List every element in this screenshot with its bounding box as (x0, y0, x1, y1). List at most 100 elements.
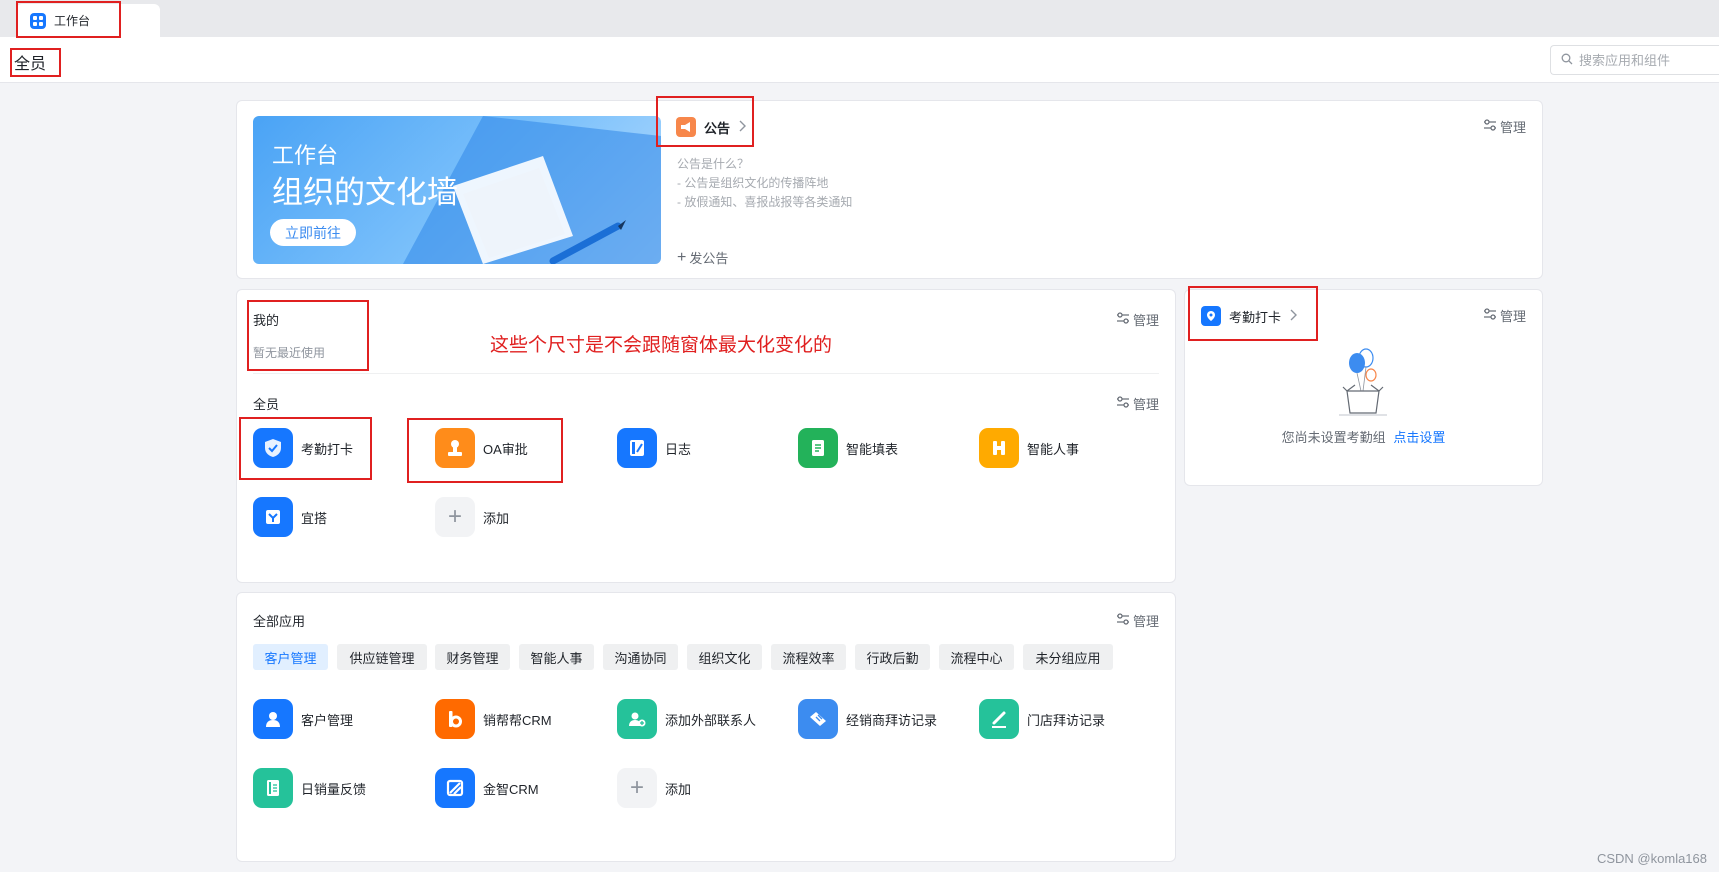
settings-sliders-icon (1116, 396, 1130, 411)
app-label: 添加外部联系人 (665, 712, 757, 728)
app-add[interactable]: + 添加 (617, 768, 691, 808)
category-chip[interactable]: 智能人事 (519, 644, 594, 670)
app-yida[interactable]: 宜搭 (253, 497, 327, 537)
app-attendance[interactable]: 考勤打卡 (253, 428, 353, 468)
app-label: 门店拜访记录 (1027, 712, 1106, 728)
jinzhi-icon (435, 768, 475, 808)
app-smart-form[interactable]: 智能填表 (798, 428, 898, 468)
customer-icon (253, 699, 293, 739)
announcement-manage-button[interactable]: 管理 (1483, 117, 1526, 136)
attendance-manage-button[interactable]: 管理 (1483, 306, 1526, 325)
app-label: 考勤打卡 (301, 441, 354, 457)
settings-sliders-icon (1483, 119, 1497, 134)
app-smart-hr[interactable]: 智能人事 (979, 428, 1079, 468)
manage-label: 管理 (1132, 397, 1159, 412)
app-label: 经销商拜访记录 (846, 712, 938, 728)
megaphone-icon (676, 117, 696, 137)
location-pin-icon (1201, 306, 1221, 326)
shield-check-icon (253, 428, 293, 468)
category-chip[interactable]: 财务管理 (435, 644, 510, 670)
yida-icon (253, 497, 293, 537)
announcement-desc-line: - 放假通知、喜报战报等各类通知 (677, 195, 853, 209)
app-label: 添加 (665, 781, 692, 797)
app-daily-sales-feedback[interactable]: 日销量反馈 (253, 768, 366, 808)
category-chip[interactable]: 行政后勤 (855, 644, 930, 670)
app-label: 销帮帮CRM (483, 712, 552, 728)
app-label: 日销量反馈 (301, 781, 367, 797)
category-chip[interactable]: 沟通协同 (603, 644, 678, 670)
all-members-manage-button[interactable]: 管理 (1116, 394, 1159, 413)
top-bar: 全员 (0, 37, 1719, 83)
app-label: OA审批 (483, 441, 528, 457)
category-chip[interactable]: 未分组应用 (1023, 644, 1113, 670)
announcement-title: 公告 (704, 120, 731, 136)
announcement-card: 工作台 组织的文化墙 立即前往 公告 公告是什么？ - 公告是组织文化的传播阵地… (236, 100, 1543, 279)
all-members-title: 全员 (253, 397, 280, 412)
plus-icon: + (617, 768, 657, 808)
attendance-header[interactable]: 考勤打卡 (1201, 306, 1298, 326)
empty-box-illustration (1339, 348, 1387, 416)
attendance-empty-text: 您尚未设置考勤组 (1281, 430, 1386, 445)
category-chip[interactable]: 流程效率 (771, 644, 846, 670)
tab-bar: 工作台 (0, 0, 1719, 37)
manage-label: 管理 (1132, 313, 1159, 328)
my-section-title: 我的 (253, 313, 280, 328)
app-label: 客户管理 (301, 712, 354, 728)
culture-banner[interactable]: 工作台 组织的文化墙 立即前往 (253, 116, 661, 264)
pen-icon (979, 699, 1019, 739)
my-empty-text: 暂无最近使用 (253, 346, 326, 360)
app-xiaobangbang-crm[interactable]: 销帮帮CRM (435, 699, 552, 739)
app-store-visit-record[interactable]: 门店拜访记录 (979, 699, 1105, 739)
app-label: 添加 (483, 510, 510, 526)
app-log[interactable]: 日志 (617, 428, 691, 468)
announcement-desc-line: - 公告是组织文化的传播阵地 (677, 176, 829, 190)
app-dealer-visit-record[interactable]: 经销商拜访记录 (798, 699, 937, 739)
watermark: CSDN @komla168 (1596, 851, 1707, 866)
form-icon (798, 428, 838, 468)
h-letter-icon (979, 428, 1019, 468)
announcement-desc-line: 公告是什么？ (677, 157, 750, 171)
add-contact-icon (617, 699, 657, 739)
page-title[interactable]: 全员 (14, 50, 46, 74)
manage-label: 管理 (1499, 309, 1526, 324)
mine-manage-button[interactable]: 管理 (1116, 310, 1159, 329)
announcement-header[interactable]: 公告 (676, 117, 747, 137)
search-icon (1561, 53, 1573, 68)
plus-icon: + (677, 248, 687, 266)
attendance-setup-link[interactable]: 点击设置 (1393, 430, 1445, 445)
tab-label: 工作台 (54, 14, 91, 28)
search-box[interactable] (1550, 45, 1719, 75)
banner-go-button[interactable]: 立即前往 (270, 219, 356, 246)
app-add[interactable]: + 添加 (435, 497, 509, 537)
manage-label: 管理 (1499, 120, 1526, 135)
all-apps-title: 全部应用 (253, 614, 306, 629)
manage-label: 管理 (1132, 614, 1159, 629)
divider (253, 373, 1159, 374)
category-chip[interactable]: 客户管理 (253, 644, 328, 670)
b-letter-icon (435, 699, 475, 739)
app-label: 宜搭 (301, 510, 328, 526)
plus-icon: + (435, 497, 475, 537)
attendance-empty-row: 您尚未设置考勤组 点击设置 (1185, 427, 1542, 446)
app-label: 智能填表 (846, 441, 899, 457)
annotation-note: 这些个尺寸是不会跟随窗体最大化变化的 (490, 335, 833, 356)
banner-small-title: 工作台 (272, 143, 339, 168)
app-oa-approval[interactable]: OA审批 (435, 428, 528, 468)
settings-sliders-icon (1116, 312, 1130, 327)
all-apps-manage-button[interactable]: 管理 (1116, 611, 1159, 630)
search-input[interactable] (1579, 52, 1709, 68)
app-customer-management[interactable]: 客户管理 (253, 699, 353, 739)
category-chip[interactable]: 供应链管理 (337, 644, 427, 670)
category-chip[interactable]: 流程中心 (939, 644, 1014, 670)
all-apps-card: 全部应用 管理 客户管理 供应链管理 财务管理 智能人事 沟通协同 组织文化 流… (236, 592, 1176, 862)
app-add-external-contact[interactable]: 添加外部联系人 (617, 699, 756, 739)
workbench-icon (30, 12, 46, 29)
app-label: 智能人事 (1027, 441, 1080, 457)
app-label: 金智CRM (483, 781, 539, 797)
app-label: 日志 (665, 441, 692, 457)
app-jinzhi-crm[interactable]: 金智CRM (435, 768, 539, 808)
handshake-icon (798, 699, 838, 739)
tab-workbench[interactable]: 工作台 (16, 4, 160, 37)
category-chip[interactable]: 组织文化 (687, 644, 762, 670)
post-announcement-button[interactable]: + 发公告 (677, 248, 728, 267)
